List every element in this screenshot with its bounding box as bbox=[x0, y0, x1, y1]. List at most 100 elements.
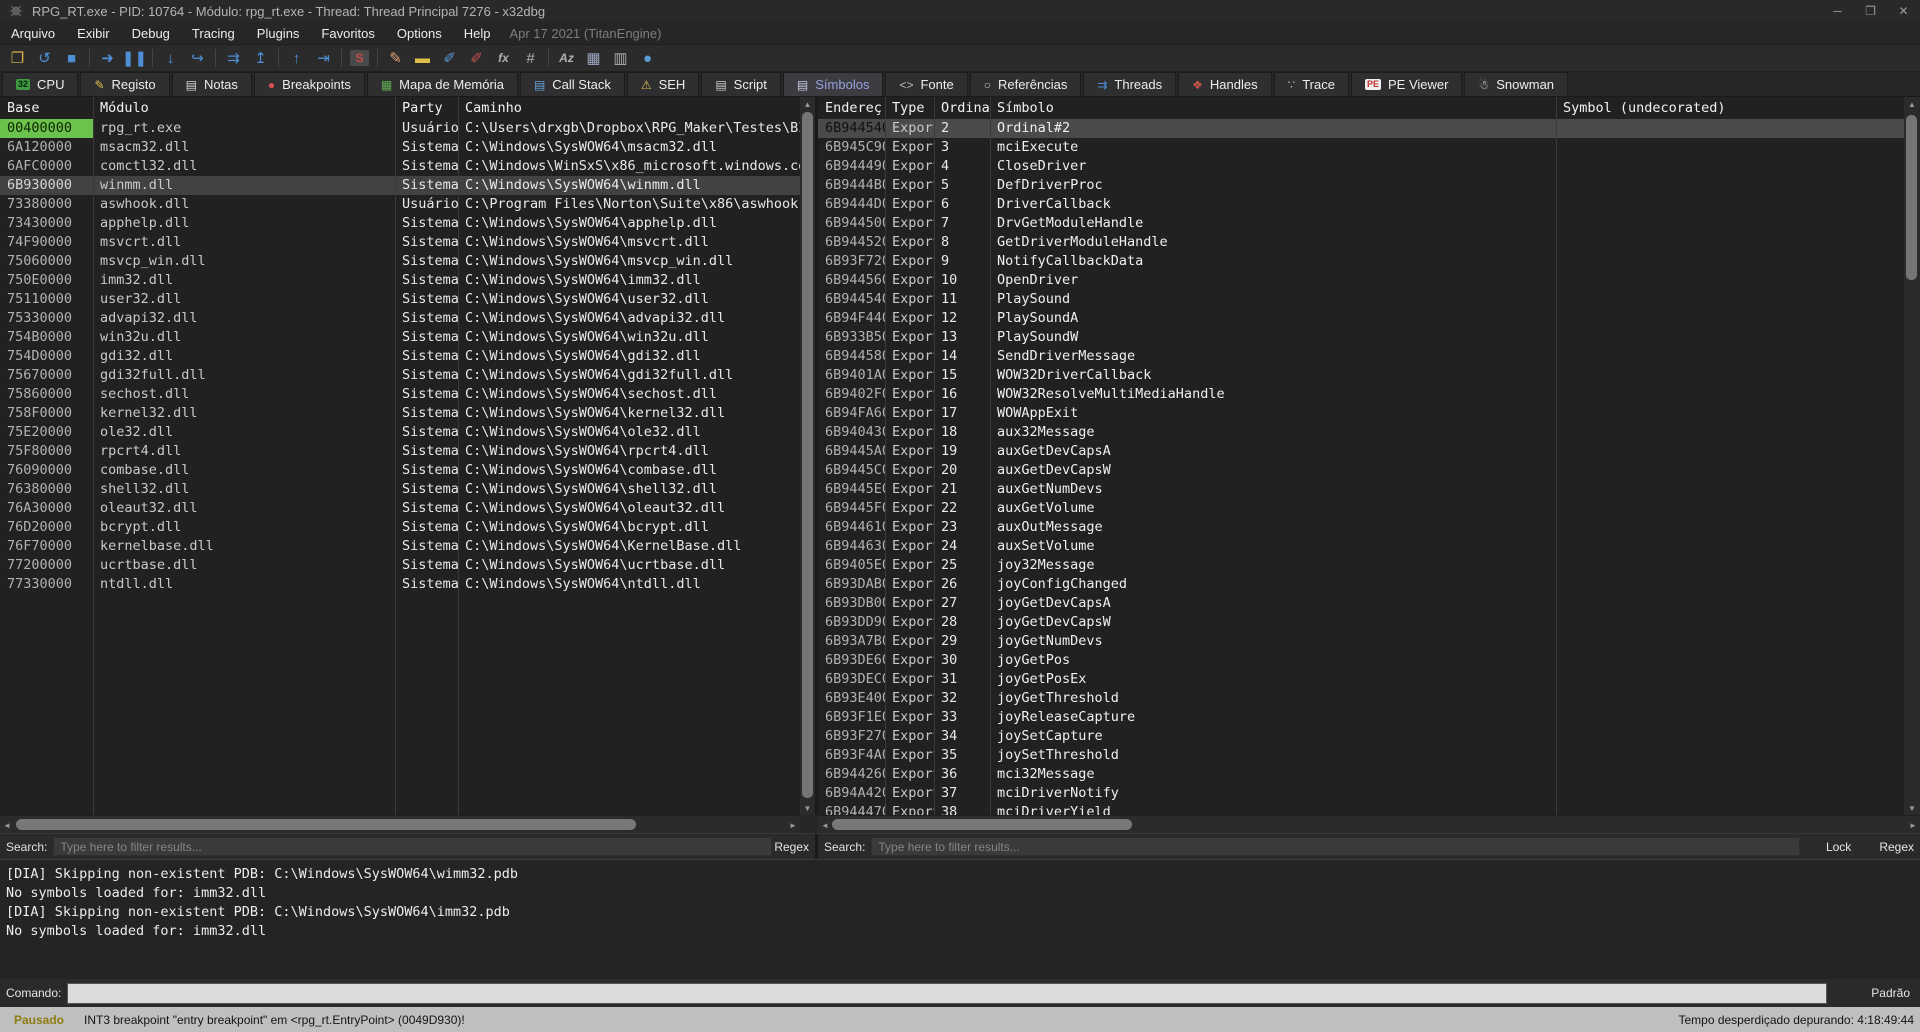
table-row[interactable]: 75060000msvcp_win.dllSistemaC:\Windows\S… bbox=[0, 252, 800, 271]
execute-till-return-icon[interactable]: ↥ bbox=[247, 46, 274, 70]
table-row[interactable]: 754B0000win32u.dllSistemaC:\Windows\SysW… bbox=[0, 328, 800, 347]
scrollbar-thumb[interactable] bbox=[832, 819, 1132, 830]
table-row[interactable]: 76A30000oleaut32.dllSistemaC:\Windows\Sy… bbox=[0, 499, 800, 518]
table-row[interactable]: 6B93A7B0Export29joyGetNumDevs bbox=[818, 632, 1904, 651]
menu-item-help[interactable]: Help bbox=[453, 22, 502, 44]
table-row[interactable]: 6B9445E0Export21auxGetNumDevs bbox=[818, 480, 1904, 499]
table-row[interactable]: 6B944520Export8GetDriverModuleHandle bbox=[818, 233, 1904, 252]
table-row[interactable]: 6B940430Export18aux32Message bbox=[818, 423, 1904, 442]
modules-vertical-scrollbar[interactable]: ▲ ▼ bbox=[800, 97, 815, 815]
table-row[interactable]: 6B944540Export2Ordinal#2 bbox=[818, 119, 1904, 138]
tab-trace[interactable]: ∵Trace bbox=[1274, 72, 1349, 96]
column-header-endere-[interactable]: Endereç bbox=[818, 97, 885, 119]
lock-toggle[interactable]: Lock bbox=[1826, 840, 1851, 854]
minimize-button[interactable]: ─ bbox=[1821, 0, 1854, 22]
tab-script[interactable]: ▤Script bbox=[701, 72, 781, 96]
table-row[interactable]: 6B944260Export36mci32Message bbox=[818, 765, 1904, 784]
table-row[interactable]: 754D0000gdi32.dllSistemaC:\Windows\SysWO… bbox=[0, 347, 800, 366]
scroll-up-icon[interactable]: ▲ bbox=[1904, 97, 1920, 111]
table-row[interactable]: 6B944580Export14SendDriverMessage bbox=[818, 347, 1904, 366]
scroll-down-icon[interactable]: ▼ bbox=[800, 801, 815, 815]
tab-snowman[interactable]: ☃Snowman bbox=[1464, 72, 1568, 96]
table-row[interactable]: 75330000advapi32.dllSistemaC:\Windows\Sy… bbox=[0, 309, 800, 328]
table-row[interactable]: 6B9444D0Export6DriverCallback bbox=[818, 195, 1904, 214]
scroll-right-icon[interactable]: ► bbox=[786, 816, 800, 834]
table-row[interactable]: 6B93DEC0Export31joyGetPosEx bbox=[818, 670, 1904, 689]
stop-condition-icon[interactable]: S bbox=[346, 46, 373, 70]
table-row[interactable]: 6B944500Export7DrvGetModuleHandle bbox=[818, 214, 1904, 233]
table-row[interactable]: 73430000apphelp.dllSistemaC:\Windows\Sys… bbox=[0, 214, 800, 233]
patch-icon[interactable]: ✎ bbox=[382, 46, 409, 70]
table-row[interactable]: 6B9445A0Export19auxGetDevCapsA bbox=[818, 442, 1904, 461]
table-row[interactable]: 6B9445C0Export20auxGetDevCapsW bbox=[818, 461, 1904, 480]
table-row[interactable]: 77330000ntdll.dllSistemaC:\Windows\SysWO… bbox=[0, 575, 800, 594]
tab-refer-ncias[interactable]: ○Referências bbox=[970, 72, 1082, 96]
tab-registo[interactable]: ✎Registo bbox=[80, 72, 169, 96]
tab-pe-viewer[interactable]: PEPE Viewer bbox=[1351, 72, 1462, 96]
scrollbar-thumb[interactable] bbox=[1906, 115, 1917, 280]
table-row[interactable]: 6B93F270Export34joySetCapture bbox=[818, 727, 1904, 746]
table-row[interactable]: 758F0000kernel32.dllSistemaC:\Windows\Sy… bbox=[0, 404, 800, 423]
tab-call-stack[interactable]: ▤Call Stack bbox=[520, 72, 625, 96]
menu-item-tracing[interactable]: Tracing bbox=[181, 22, 246, 44]
tab-seh[interactable]: ⚠SEH bbox=[627, 72, 700, 96]
function-analysis-icon[interactable]: fx bbox=[490, 46, 517, 70]
table-row[interactable]: 76380000shell32.dllSistemaC:\Windows\Sys… bbox=[0, 480, 800, 499]
table-row[interactable]: 6A120000msacm32.dllSistemaC:\Windows\Sys… bbox=[0, 138, 800, 157]
tab-fonte[interactable]: <>Fonte bbox=[885, 72, 967, 96]
tab-mapa-de-mem-ria[interactable]: ▦Mapa de Memória bbox=[367, 72, 518, 96]
table-row[interactable]: 6B93DD90Export28joyGetDevCapsW bbox=[818, 613, 1904, 632]
menu-item-debug[interactable]: Debug bbox=[121, 22, 181, 44]
column-header-type[interactable]: Type bbox=[885, 97, 934, 119]
tab-notas[interactable]: ▤Notas bbox=[172, 72, 252, 96]
column-header-ordina[interactable]: Ordina bbox=[934, 97, 990, 119]
column-header-party[interactable]: Party bbox=[395, 97, 458, 119]
tab-threads[interactable]: ⇉Threads bbox=[1083, 72, 1176, 96]
menu-item-favoritos[interactable]: Favoritos bbox=[310, 22, 385, 44]
table-row[interactable]: 6B944630Export24auxSetVolume bbox=[818, 537, 1904, 556]
symbols-vertical-scrollbar[interactable]: ▲ ▼ bbox=[1904, 97, 1920, 815]
table-row[interactable]: 6B9402F0Export16WOW32ResolveMultiMediaHa… bbox=[818, 385, 1904, 404]
table-row[interactable]: 76D20000bcrypt.dllSistemaC:\Windows\SysW… bbox=[0, 518, 800, 537]
menu-item-arquivo[interactable]: Arquivo bbox=[0, 22, 66, 44]
table-row[interactable]: 00400000rpg_rt.exeUsuárioC:\Users\drxgb\… bbox=[0, 119, 800, 138]
table-row[interactable]: 6B9405E0Export25joy32Message bbox=[818, 556, 1904, 575]
table-row[interactable]: 6B945C90Export3mciExecute bbox=[818, 138, 1904, 157]
scroll-left-icon[interactable]: ◄ bbox=[0, 816, 14, 834]
table-row[interactable]: 6B944540Export11PlaySound bbox=[818, 290, 1904, 309]
table-row[interactable]: 6B93DAB0Export26joyConfigChanged bbox=[818, 575, 1904, 594]
column-header-caminho[interactable]: Caminho bbox=[458, 97, 800, 119]
scroll-down-icon[interactable]: ▼ bbox=[1904, 801, 1920, 815]
menu-item-options[interactable]: Options bbox=[386, 22, 453, 44]
table-row[interactable]: 6B93E400Export32joyGetThreshold bbox=[818, 689, 1904, 708]
table-row[interactable]: 6AFC0000comctl32.dllSistemaC:\Windows\Wi… bbox=[0, 157, 800, 176]
command-profile-select[interactable]: Padrão bbox=[1871, 986, 1920, 1000]
skip-next-icon[interactable]: ⇥ bbox=[310, 46, 337, 70]
scrollbar-thumb[interactable] bbox=[16, 819, 636, 830]
table-row[interactable]: 6B93F4A0Export35joySetThreshold bbox=[818, 746, 1904, 765]
table-row[interactable]: 76090000combase.dllSistemaC:\Windows\Sys… bbox=[0, 461, 800, 480]
table-row[interactable]: 75F80000rpcrt4.dllSistemaC:\Windows\SysW… bbox=[0, 442, 800, 461]
regex-toggle[interactable]: Regex bbox=[1879, 840, 1914, 854]
table-row[interactable]: 6B93DB00Export27joyGetDevCapsA bbox=[818, 594, 1904, 613]
scrollbar-thumb[interactable] bbox=[802, 112, 813, 798]
table-row[interactable]: 6B94FA60Export17WOWAppExit bbox=[818, 404, 1904, 423]
stop-icon[interactable]: ■ bbox=[58, 46, 85, 70]
hash-analysis-icon[interactable]: # bbox=[517, 46, 544, 70]
column-header-symbol-undecorated-[interactable]: Symbol (undecorated) bbox=[1556, 97, 1904, 119]
table-row[interactable]: 75E20000ole32.dllSistemaC:\Windows\SysWO… bbox=[0, 423, 800, 442]
table-row[interactable]: 73380000aswhook.dllUsuárioC:\Program Fil… bbox=[0, 195, 800, 214]
run-to-user-code-icon[interactable]: ⇉ bbox=[220, 46, 247, 70]
table-row[interactable]: 6B9445F0Export22auxGetVolume bbox=[818, 499, 1904, 518]
close-button[interactable]: ✕ bbox=[1887, 0, 1920, 22]
column-header-s-mbolo[interactable]: Símbolo bbox=[990, 97, 1556, 119]
step-over-icon[interactable]: ↪ bbox=[184, 46, 211, 70]
highlight-icon[interactable]: ✐ bbox=[463, 46, 490, 70]
table-row[interactable]: 6B9401A0Export15WOW32DriverCallback bbox=[818, 366, 1904, 385]
table-row[interactable]: 74F90000msvcrt.dllSistemaC:\Windows\SysW… bbox=[0, 233, 800, 252]
table-row[interactable]: 6B93F1E0Export33joyReleaseCapture bbox=[818, 708, 1904, 727]
open-file-icon[interactable]: ❐ bbox=[4, 46, 31, 70]
table-row[interactable]: 750E0000imm32.dllSistemaC:\Windows\SysWO… bbox=[0, 271, 800, 290]
string-analysis-icon[interactable]: Az bbox=[553, 46, 580, 70]
table-row[interactable]: 6B944610Export23auxOutMessage bbox=[818, 518, 1904, 537]
